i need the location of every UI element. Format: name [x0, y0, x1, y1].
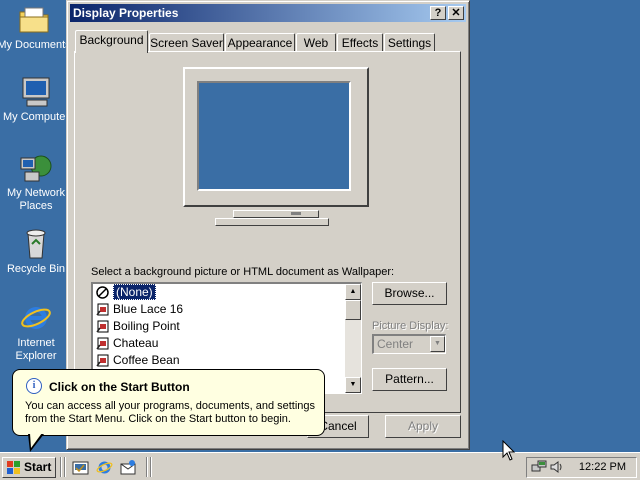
wallpaper-scrollbar[interactable]: ▲ ▼	[345, 284, 361, 393]
computer-icon	[19, 76, 53, 108]
internet-explorer-icon	[19, 302, 53, 334]
desktop-icon-my-network-places[interactable]: My Network Places	[0, 152, 74, 213]
system-tray: 12:22 PM	[526, 457, 637, 478]
clock[interactable]: 12:22 PM	[579, 461, 626, 473]
chevron-down-icon[interactable]: ▼	[430, 336, 445, 352]
close-button[interactable]: ✕	[448, 6, 464, 20]
monitor-power-led	[291, 212, 301, 215]
network-icon	[19, 152, 53, 184]
tab-background[interactable]: Background	[75, 30, 148, 53]
scroll-down-button[interactable]: ▼	[345, 377, 361, 393]
taskbar-separator	[150, 457, 152, 477]
wallpaper-name: Blue Lace 16	[113, 302, 184, 316]
show-desktop-icon[interactable]	[72, 459, 89, 476]
desktop-icon-internet-explorer[interactable]: Internet Explorer	[0, 302, 74, 363]
monitor-base	[215, 218, 329, 226]
help-button[interactable]: ?	[430, 6, 446, 20]
list-item[interactable]: Blue Lace 16	[93, 301, 361, 318]
list-item[interactable]: Coffee Bean	[93, 352, 361, 369]
volume-icon[interactable]	[549, 459, 565, 478]
wallpaper-name: Chateau	[113, 336, 159, 350]
tab-settings[interactable]: Settings	[384, 33, 435, 52]
dialog-title: Display Properties	[73, 6, 179, 20]
wallpaper-name: (None)	[113, 284, 156, 300]
picture-display-value: Center	[377, 337, 414, 351]
balloon-tail-fill	[30, 433, 42, 448]
monitor-preview-screen	[197, 81, 351, 191]
desktop-icon-label: Recycle Bin	[6, 263, 66, 275]
desktop-icon-label: Internet Explorer	[15, 337, 57, 362]
start-button[interactable]: Start	[2, 457, 56, 478]
picture-display-label: Picture Display:	[372, 320, 449, 332]
list-item[interactable]: Boiling Point	[93, 318, 361, 335]
tab-screen-saver[interactable]: Screen Saver	[149, 33, 224, 52]
monitor-stand	[233, 210, 319, 218]
desktop-icon-my-computer[interactable]: My Computer	[0, 76, 74, 124]
windows-logo-icon	[7, 461, 21, 474]
scroll-up-button[interactable]: ▲	[345, 284, 361, 300]
browse-button[interactable]: Browse...	[372, 282, 447, 305]
network-tray-icon[interactable]	[531, 459, 547, 478]
desktop-icon-my-documents[interactable]: My Documents	[0, 4, 72, 52]
bitmap-file-icon	[96, 303, 109, 316]
taskbar: Start 12:22 PM	[0, 452, 640, 480]
desktop-icon-recycle-bin[interactable]: Recycle Bin	[0, 228, 74, 276]
bitmap-file-icon	[96, 320, 109, 333]
taskbar-separator	[64, 457, 66, 477]
list-item[interactable]: Chateau	[93, 335, 361, 352]
bitmap-file-icon	[96, 354, 109, 367]
tab-effects[interactable]: Effects	[337, 33, 383, 52]
tab-appearance[interactable]: Appearance	[225, 33, 295, 52]
info-icon: i	[26, 378, 42, 394]
recycle-bin-icon	[19, 228, 53, 260]
taskbar-separator	[60, 457, 62, 477]
folder-documents-icon	[17, 4, 51, 36]
pattern-button[interactable]: Pattern...	[372, 368, 447, 391]
outlook-express-icon[interactable]	[120, 459, 137, 476]
bitmap-file-icon	[96, 337, 109, 350]
dialog-titlebar[interactable]: Display Properties ? ✕	[70, 4, 466, 22]
desktop-icon-label: My Network Places	[6, 187, 66, 212]
apply-button[interactable]: Apply	[385, 415, 461, 438]
wallpaper-name: Coffee Bean	[113, 353, 180, 367]
monitor-preview	[183, 67, 369, 207]
scroll-thumb[interactable]	[345, 300, 361, 320]
start-label: Start	[24, 460, 52, 474]
internet-explorer-icon[interactable]	[96, 459, 113, 476]
desktop-icon-label: My Documents	[0, 39, 71, 51]
desktop-icon-label: My Computer	[2, 111, 70, 123]
balloon-title: Click on the Start Button	[49, 380, 190, 394]
taskbar-separator	[146, 457, 148, 477]
tab-web[interactable]: Web	[296, 33, 336, 52]
none-icon	[96, 286, 109, 299]
wallpaper-name: Boiling Point	[113, 319, 180, 333]
start-button-balloon[interactable]: i Click on the Start Button You can acce…	[12, 369, 325, 436]
wallpaper-label: Select a background picture or HTML docu…	[91, 266, 395, 278]
picture-display-select[interactable]: Center ▼	[372, 334, 446, 354]
balloon-text: You can access all your programs, docume…	[25, 400, 316, 425]
list-item[interactable]: (None)	[93, 284, 361, 301]
mouse-pointer-icon	[502, 439, 516, 462]
background-tab-panel: Select a background picture or HTML docu…	[74, 51, 461, 413]
